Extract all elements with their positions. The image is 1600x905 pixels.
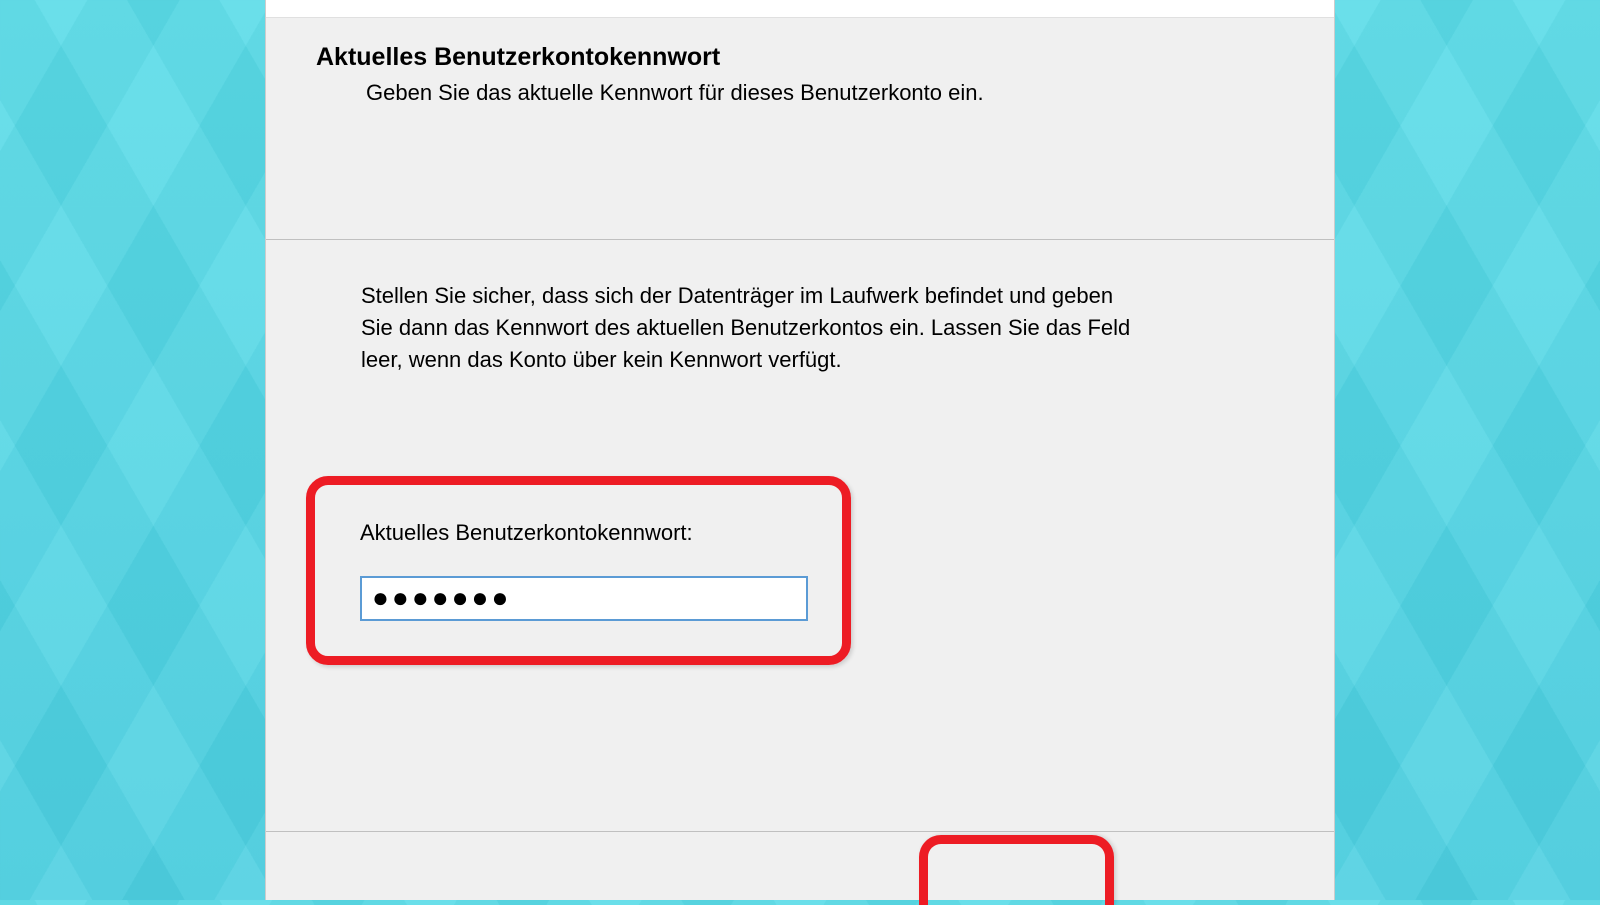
password-field-label: Aktuelles Benutzerkontokennwort: — [360, 520, 797, 546]
next-button-highlight-box — [919, 835, 1114, 905]
body-section: Stellen Sie sicher, dass sich der Datent… — [266, 240, 1334, 665]
password-input[interactable] — [360, 576, 808, 621]
instruction-text: Stellen Sie sicher, dass sich der Datent… — [361, 280, 1141, 376]
header-section: Aktuelles Benutzerkontokennwort Geben Si… — [266, 18, 1334, 240]
white-header-strip — [266, 0, 1334, 18]
bottom-divider — [266, 831, 1334, 832]
page-subtitle: Geben Sie das aktuelle Kennwort für dies… — [366, 80, 1284, 106]
password-highlight-box: Aktuelles Benutzerkontokennwort: — [306, 476, 851, 665]
page-title: Aktuelles Benutzerkontokennwort — [316, 43, 1284, 72]
wizard-panel: Aktuelles Benutzerkontokennwort Geben Si… — [265, 0, 1335, 900]
